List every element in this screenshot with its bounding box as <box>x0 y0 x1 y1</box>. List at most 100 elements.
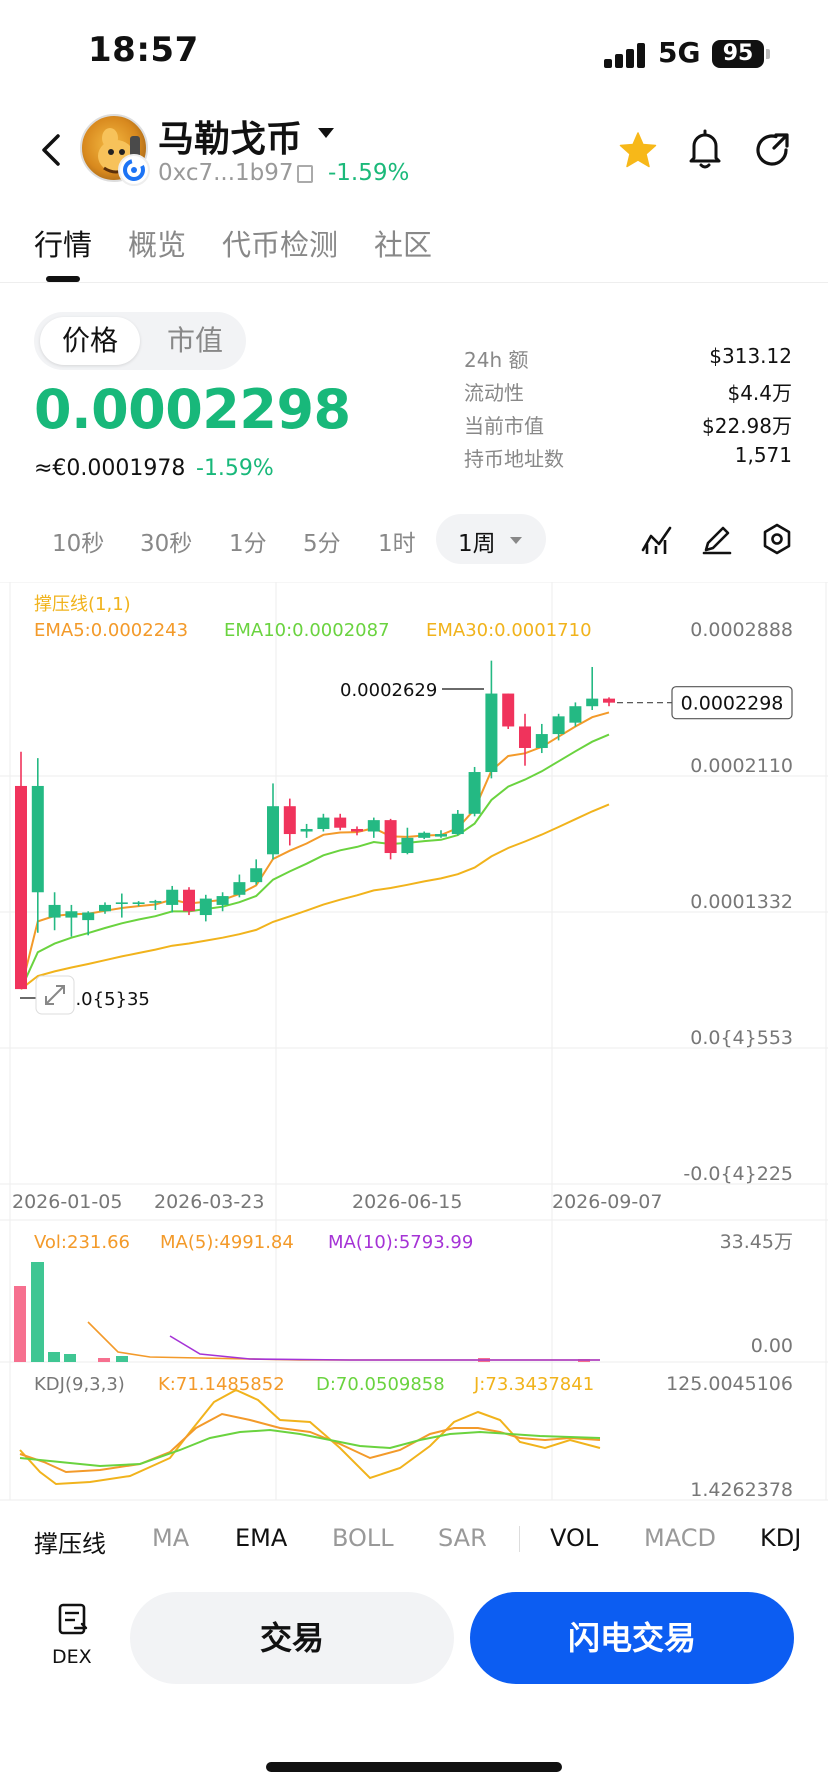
expand-icon[interactable] <box>35 975 75 1015</box>
ind-tab-ema[interactable]: EMA <box>235 1524 287 1552</box>
candle-body <box>267 806 279 855</box>
candle-body <box>15 785 27 990</box>
ind-tab-macd[interactable]: MACD <box>644 1524 716 1552</box>
trade-button[interactable]: 交易 <box>130 1592 454 1684</box>
kdj-tick-max: 125.0045106 <box>666 1373 793 1395</box>
current-price-tag-label: 0.0002298 <box>681 693 784 715</box>
tab-community[interactable]: 社区 <box>374 222 432 264</box>
ind-tab-ma[interactable]: MA <box>152 1524 189 1552</box>
share-icon[interactable] <box>752 130 792 170</box>
timeframe-30s[interactable]: 30秒 <box>140 524 192 558</box>
candle-body <box>367 820 380 832</box>
ema5-label: EMA5:0.0002243 <box>34 620 188 641</box>
timeframe-1h[interactable]: 1时 <box>378 524 416 558</box>
price-chart[interactable]: 撑压线(1,1) EMA5:0.0002243 EMA10:0.0002087 … <box>0 582 828 1522</box>
stat-value-liquidity: $4.4万 <box>727 381 792 405</box>
ind-tab-support[interactable]: 撑压线 <box>34 1524 106 1559</box>
tab-overview[interactable]: 概览 <box>128 222 186 264</box>
ind-tab-kdj[interactable]: KDJ <box>760 1524 801 1552</box>
home-indicator <box>266 1762 562 1772</box>
bell-icon[interactable] <box>686 128 724 170</box>
candle-body <box>82 912 95 921</box>
status-time: 18:57 <box>88 30 199 70</box>
candle-body <box>586 698 599 707</box>
candle-body <box>351 828 363 832</box>
ema30-line <box>20 803 610 990</box>
ema30-label: EMA30:0.0001710 <box>426 620 592 641</box>
ind-tab-sar[interactable]: SAR <box>438 1524 487 1552</box>
stat-value-holders: 1,571 <box>734 443 792 467</box>
stat-label-volume: 24h 额 <box>464 348 529 372</box>
tab-divider <box>0 282 828 283</box>
settings-icon[interactable] <box>760 522 794 556</box>
candle-body <box>283 806 296 835</box>
current-price: 0.0002298 <box>34 378 351 441</box>
candle-body <box>552 716 565 735</box>
timeframe-1m[interactable]: 1分 <box>229 524 267 558</box>
y-tick: 0.0002110 <box>690 755 793 777</box>
y-tick: 0.0001332 <box>690 891 793 913</box>
timeframe-10s[interactable]: 10秒 <box>52 524 104 558</box>
ind-tab-vol[interactable]: VOL <box>550 1524 598 1552</box>
x-tick: 2026-01-05 <box>12 1191 122 1213</box>
x-tick: 2026-03-23 <box>154 1191 264 1213</box>
stat-label-liquidity: 流动性 <box>464 381 524 405</box>
candles-group <box>15 660 615 990</box>
candle-body <box>535 734 548 748</box>
vol-tick-min: 0.00 <box>751 1335 793 1357</box>
back-icon[interactable] <box>34 132 70 168</box>
y-tick: -0.0{4}225 <box>683 1163 793 1185</box>
tab-market[interactable]: 行情 <box>34 222 92 264</box>
draw-icon[interactable] <box>700 522 734 556</box>
vol-label: Vol:231.66 <box>34 1232 130 1253</box>
candle-body <box>99 904 111 912</box>
stat-value-volume: $313.12 <box>709 344 792 368</box>
candle-body <box>250 868 263 883</box>
ema10-label: EMA10:0.0002087 <box>224 620 390 641</box>
vol-ma5-label: MA(5):4991.84 <box>160 1232 294 1253</box>
candle-body <box>603 698 615 703</box>
battery-tip <box>766 49 770 59</box>
flash-trade-button[interactable]: 闪电交易 <box>470 1592 794 1684</box>
vol-tick-max: 33.45万 <box>720 1231 793 1253</box>
ema5-line <box>20 711 610 990</box>
ind-tab-boll[interactable]: BOLL <box>332 1524 394 1552</box>
vol-ma10-line <box>169 1335 600 1361</box>
contract-address: 0xc7...1b97 <box>158 160 294 186</box>
star-icon[interactable] <box>618 130 658 170</box>
x-tick: 2026-09-07 <box>552 1191 662 1213</box>
timeframe-5m[interactable]: 5分 <box>303 524 341 558</box>
chain-badge-icon <box>118 154 150 186</box>
kdj-tick-min: 1.4262378 <box>690 1479 793 1501</box>
toggle-market-cap[interactable]: 市值 <box>150 317 240 365</box>
indicator-icon[interactable] <box>640 522 674 556</box>
coin-name[interactable]: 马勒戈币 <box>158 110 302 162</box>
tab-token-check[interactable]: 代币检测 <box>222 222 338 264</box>
candle-body <box>65 911 78 918</box>
candle-body <box>166 889 179 905</box>
candle-body <box>334 817 347 828</box>
battery-icon: 95 <box>712 40 764 68</box>
candle-body <box>233 882 246 895</box>
toggle-price[interactable]: 价格 <box>40 317 140 365</box>
chevron-down-icon[interactable] <box>318 128 334 138</box>
kdj-j-label: J:73.3437841 <box>473 1374 594 1395</box>
dex-label[interactable]: DEX <box>52 1646 92 1668</box>
support-resistance-label: 撑压线(1,1) <box>34 594 131 615</box>
vol-ma10-label: MA(10):5793.99 <box>328 1232 473 1253</box>
fiat-price: ≈€0.0001978 <box>34 456 186 481</box>
copy-icon[interactable] <box>297 165 313 183</box>
candle-body <box>132 902 145 904</box>
candle-body <box>149 901 162 903</box>
dex-icon[interactable] <box>56 1602 90 1638</box>
stat-label-holders: 持币地址数 <box>464 447 564 471</box>
timeframe-1w-label: 1周 <box>458 531 496 557</box>
chevron-down-icon <box>510 537 522 544</box>
candle-body <box>401 837 414 854</box>
kdj-label: KDJ(9,3,3) <box>34 1374 125 1395</box>
candle-body <box>48 904 61 918</box>
candle-body <box>183 889 195 912</box>
network-type: 5G <box>658 36 701 69</box>
candle-body <box>519 726 531 748</box>
ema10-line <box>20 733 610 990</box>
